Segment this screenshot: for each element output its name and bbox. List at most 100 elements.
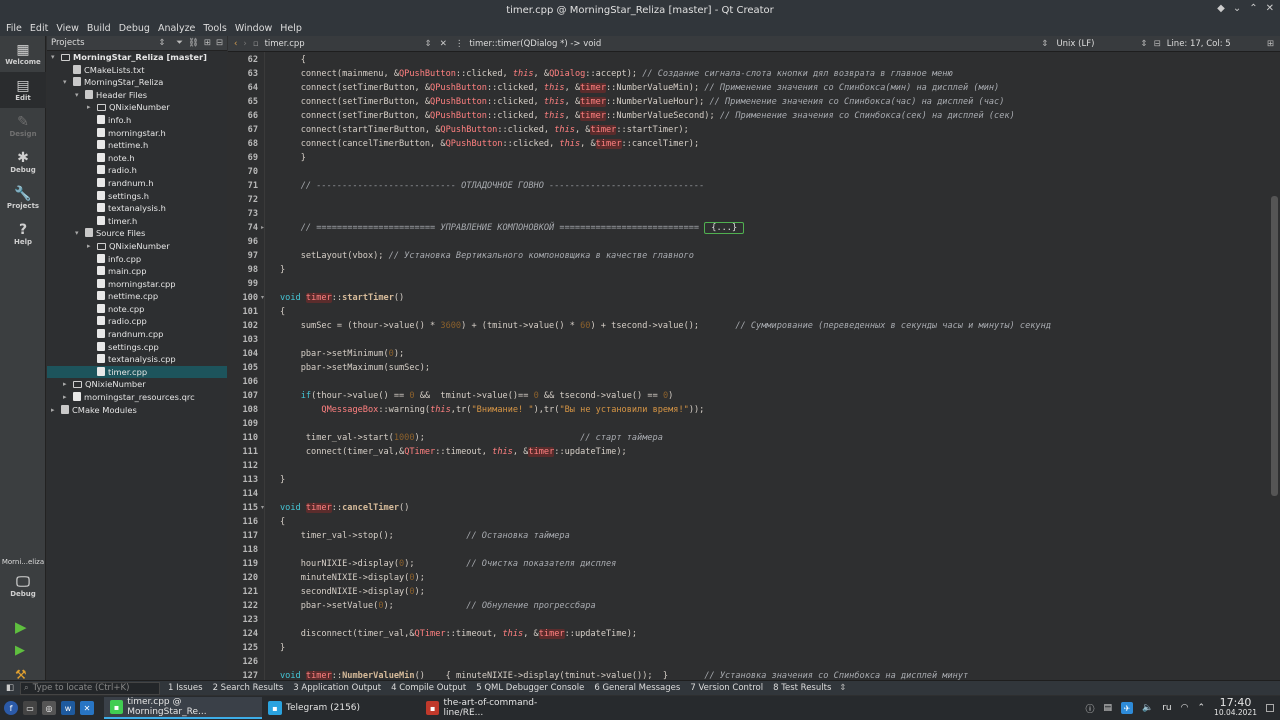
close-pane-icon[interactable]: ⊟ [216, 38, 223, 48]
vk-icon[interactable]: w [61, 701, 75, 715]
code-line[interactable]: connect(setTimerButton, &QPushButton::cl… [280, 83, 999, 93]
collapse-arrow-icon[interactable]: ▾ [63, 76, 67, 89]
clipboard-icon[interactable]: ▤ [1104, 703, 1113, 713]
code-line[interactable]: pbar->setMinimum(0); [280, 349, 405, 359]
collapse-arrow-icon[interactable]: ▾ [51, 51, 55, 64]
show-desktop-icon[interactable] [1266, 704, 1274, 712]
link-icon[interactable]: ⛓ [188, 38, 199, 48]
maximize-icon[interactable]: ⌃ [1249, 3, 1257, 14]
mode-edit[interactable]: ▤ Edit [0, 72, 46, 108]
tree-item[interactable]: ▸ QNixieNumber [47, 240, 227, 253]
code-line[interactable]: timer_val->start(1000); // старт таймера [280, 433, 663, 443]
menu-edit[interactable]: Edit [30, 23, 48, 34]
vscode-icon[interactable]: ✕ [80, 701, 94, 715]
code-line[interactable]: pbar->setMaximum(sumSec); [280, 363, 430, 373]
task-button[interactable]: ▪ Telegram (2156) [262, 697, 420, 719]
code-line[interactable]: connect(mainmenu, &QPushButton::clicked,… [280, 69, 953, 79]
code-line[interactable]: } [280, 643, 285, 653]
cursor-position[interactable]: Line: 17, Col: 5 [1167, 39, 1231, 49]
tree-item[interactable]: info.cpp [47, 253, 227, 266]
code-line[interactable]: { [280, 307, 285, 317]
expand-fold-icon[interactable]: ▸ [261, 224, 264, 231]
telegram-tray-icon[interactable]: ✈ [1121, 702, 1134, 714]
code-line[interactable]: if(thour->value() == 0 && tminut->value(… [280, 391, 674, 401]
keep-above-icon[interactable]: ◆ [1217, 3, 1225, 14]
volume-icon[interactable]: 🔈 [1142, 703, 1153, 713]
keyboard-layout[interactable]: ru [1162, 703, 1171, 713]
mode-projects[interactable]: 🔧 Projects [0, 180, 46, 216]
code-line[interactable]: void timer::cancelTimer() [280, 503, 409, 513]
open-documents-dropdown[interactable]: timer.cpp [265, 39, 425, 49]
tree-item[interactable]: settings.cpp [47, 341, 227, 354]
tree-item[interactable]: nettime.cpp [47, 290, 227, 303]
minimize-icon[interactable]: ⌄ [1233, 3, 1241, 14]
output-tab[interactable]: 1 Issues [168, 683, 203, 693]
menu-tools[interactable]: Tools [203, 23, 226, 34]
mode-debug[interactable]: ✱ Debug [0, 144, 46, 180]
code-line[interactable]: connect(setTimerButton, &QPushButton::cl… [280, 111, 1015, 121]
tree-item[interactable]: info.h [47, 114, 227, 127]
tree-item[interactable]: nettime.h [47, 139, 227, 152]
tree-item[interactable]: main.cpp [47, 265, 227, 278]
tree-item[interactable]: settings.h [47, 190, 227, 203]
tree-item[interactable]: ▾ Header Files [47, 89, 227, 102]
code-area[interactable]: { connect(mainmenu, &QPushButton::clicke… [280, 52, 1270, 680]
menu-analyze[interactable]: Analyze [158, 23, 195, 34]
collapse-arrow-icon[interactable]: ▾ [75, 89, 79, 102]
split-editor-icon[interactable]: ⊟ [1154, 39, 1161, 49]
info-icon[interactable]: ⓘ [1085, 702, 1094, 715]
output-tab[interactable]: 5 QML Debugger Console [476, 683, 584, 693]
filter-icon[interactable]: ⏷ [176, 38, 183, 48]
code-line[interactable]: pbar->setValue(0); // Обнуление прогресс… [280, 601, 596, 611]
tree-item[interactable]: CMakeLists.txt [47, 64, 227, 77]
tree-item[interactable]: morningstar.cpp [47, 278, 227, 291]
tree-item[interactable]: ▾ MorningStar_Reliza [master] [47, 51, 227, 64]
output-tab[interactable]: 3 Application Output [293, 683, 381, 693]
line-number-gutter[interactable]: 62 63 64 65 66 67 68 69 70 71 72 73 74 ▸ 96 97 98 99 100 ▾ 1… [228, 52, 265, 681]
collapse-arrow-icon[interactable]: ▾ [75, 227, 79, 240]
tree-item[interactable]: ▾ MorningStar_Reliza [47, 76, 227, 89]
kit-selector[interactable]: 🖵 Debug [0, 568, 46, 604]
output-tab[interactable]: 4 Compile Output [391, 683, 466, 693]
tree-item[interactable]: timer.h [47, 215, 227, 228]
run-icon[interactable]: ▶ [15, 618, 27, 636]
expand-arrow-icon[interactable]: ▸ [63, 378, 67, 391]
output-tab[interactable]: 6 General Messages [594, 683, 680, 693]
tree-item[interactable]: radio.cpp [47, 315, 227, 328]
line-endings-dropdown-icon[interactable]: ⇕ [1140, 39, 1147, 49]
mode-welcome[interactable]: ▦ Welcome [0, 36, 46, 72]
tray-expand-icon[interactable]: ⌃ [1198, 703, 1206, 713]
menu-view[interactable]: View [56, 23, 79, 34]
tree-item[interactable]: randnum.cpp [47, 328, 227, 341]
tree-item[interactable]: ▸ CMake Modules [47, 404, 227, 417]
menu-build[interactable]: Build [87, 23, 111, 34]
code-line[interactable]: } [280, 475, 285, 485]
tree-item[interactable]: ▸ QNixieNumber [47, 378, 227, 391]
menu-help[interactable]: Help [280, 23, 302, 34]
code-line[interactable]: hourNIXIE->display(0); // Очистка показа… [280, 559, 617, 569]
menu-window[interactable]: Window [235, 23, 272, 34]
tree-item[interactable]: note.cpp [47, 303, 227, 316]
line-endings-selector[interactable]: Unix (LF) [1056, 39, 1140, 49]
expand-arrow-icon[interactable]: ▸ [51, 404, 55, 417]
code-line[interactable]: } [280, 265, 285, 275]
expand-arrow-icon[interactable]: ▸ [87, 101, 91, 114]
mode-help[interactable]: ? Help [0, 216, 46, 252]
clock[interactable]: 17:40 10.04.2021 [1214, 697, 1257, 718]
code-line[interactable]: setLayout(vbox); // Установка Вертикальн… [280, 251, 694, 261]
task-button[interactable]: ▪ the-art-of-command-line/RE... [420, 697, 578, 719]
mode-design[interactable]: ✎ Design [0, 108, 46, 144]
tree-item[interactable]: timer.cpp [47, 365, 227, 379]
close-document-icon[interactable]: ✕ [440, 39, 447, 49]
code-line[interactable]: // ======================= УПРАВЛЕНИЕ КО… [280, 222, 745, 234]
menu-debug[interactable]: Debug [119, 23, 150, 34]
split-window-icon[interactable]: ⊞ [1267, 39, 1280, 49]
documents-dropdown-icon[interactable]: ⇕ [425, 39, 432, 49]
collapse-fold-icon[interactable]: ▾ [261, 294, 264, 301]
output-tab[interactable]: 8 Test Results [773, 683, 831, 693]
tree-item[interactable]: textanalysis.cpp [47, 353, 227, 366]
code-line[interactable]: void timer::NumberValueMin() { minuteNIX… [280, 671, 968, 680]
tree-item[interactable]: textanalysis.h [47, 202, 227, 215]
tree-item[interactable]: morningstar.h [47, 127, 227, 140]
code-line[interactable]: } [280, 153, 306, 163]
